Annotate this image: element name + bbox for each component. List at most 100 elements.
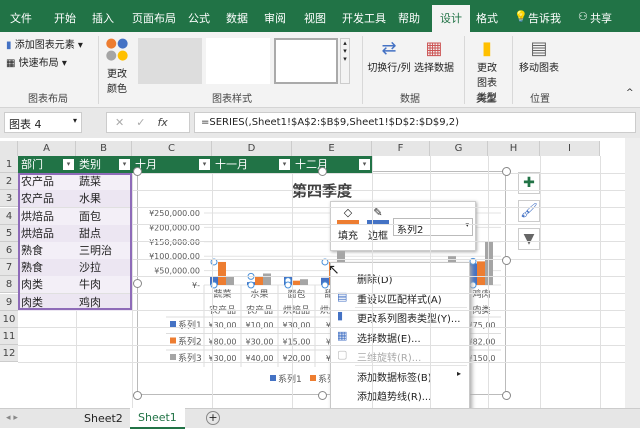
chart-resize-handle[interactable] xyxy=(502,167,511,176)
select-all[interactable] xyxy=(0,141,18,156)
sheet-tab-sheet2[interactable]: Sheet2 xyxy=(76,411,131,426)
select-data-button[interactable]: ▦ 选择数据 xyxy=(412,38,456,74)
row-header[interactable]: 4 xyxy=(0,207,18,225)
row-header[interactable]: 12 xyxy=(0,345,18,363)
row-header[interactable]: 11 xyxy=(0,328,18,345)
quick-layout-button[interactable]: ▦ 快速布局 ▾ xyxy=(6,54,67,69)
row-header[interactable]: 6 xyxy=(0,242,18,259)
row-header[interactable]: 7 xyxy=(0,259,18,277)
chart-elements-button[interactable]: ✚ xyxy=(518,172,540,194)
filter-dropdown-icon[interactable]: ▾ xyxy=(279,159,290,170)
chart-styles-gallery[interactable]: ▴ ▾ ▾ xyxy=(138,38,350,86)
chart-resize-handle[interactable] xyxy=(133,391,142,400)
chart-resize-handle[interactable] xyxy=(502,256,511,265)
column-header[interactable]: H xyxy=(488,141,540,156)
row-header[interactable]: 2 xyxy=(0,173,18,191)
selection-handle[interactable] xyxy=(321,281,329,289)
sheet-tab-sheet1[interactable]: Sheet1 xyxy=(130,408,185,429)
bar-系列3[interactable] xyxy=(485,241,493,285)
menu-item-6[interactable]: 添加趋势线(R)... xyxy=(331,385,469,403)
bar-系列2[interactable] xyxy=(218,261,226,285)
column-header[interactable]: I xyxy=(540,141,600,156)
selection-handle[interactable] xyxy=(469,281,477,289)
selection-handle[interactable] xyxy=(284,281,292,289)
add-sheet-button[interactable]: + xyxy=(206,411,220,425)
filter-dropdown-icon[interactable]: ▾ xyxy=(63,159,74,170)
header-cell[interactable]: 部门 ▾ xyxy=(18,156,76,173)
header-cell[interactable]: 十一月 ▾ xyxy=(212,156,292,173)
tab-8[interactable]: 开发工具 xyxy=(342,10,386,26)
tab-2[interactable]: 插入 xyxy=(92,10,114,26)
formula-input[interactable]: =SERIES(,Sheet1!$A$2:$B$9,Sheet1!$D$2:$D… xyxy=(194,112,636,133)
chart-resize-handle[interactable] xyxy=(318,391,327,400)
menu-item-1[interactable]: ▤ 重设以匹配样式(A) xyxy=(331,288,469,306)
column-header[interactable]: F xyxy=(372,141,430,156)
add-chart-element-button[interactable]: ▮ 添加图表元素 ▾ xyxy=(6,36,83,51)
style-thumb[interactable] xyxy=(138,38,202,84)
column-header[interactable]: C xyxy=(132,141,212,156)
bar-系列2[interactable] xyxy=(255,276,263,285)
chart-resize-handle[interactable] xyxy=(133,279,142,288)
formula-controls[interactable]: ✕✓fx xyxy=(106,112,190,133)
bar-系列2[interactable] xyxy=(292,280,300,285)
sheet-nav[interactable]: ◂ ▸ xyxy=(6,413,18,423)
selection-handle[interactable] xyxy=(247,281,255,289)
bar-系列3[interactable] xyxy=(300,279,308,285)
legend-key xyxy=(170,321,176,327)
tab-3[interactable]: 页面布局 xyxy=(132,10,176,26)
menu-item-5[interactable]: 添加数据标签(B) ▸ xyxy=(331,366,469,384)
filter-dropdown-icon[interactable]: ▾ xyxy=(119,159,130,170)
style-thumb-selected[interactable] xyxy=(274,38,338,84)
column-header[interactable]: A xyxy=(18,141,76,156)
tab-7[interactable]: 视图 xyxy=(304,10,326,26)
bar-系列3[interactable] xyxy=(226,276,234,285)
header-label: 类别 xyxy=(79,158,101,171)
chart-resize-handle[interactable] xyxy=(318,167,327,176)
tab-0[interactable]: 文件 xyxy=(10,10,32,26)
filter-dropdown-icon[interactable]: ▾ xyxy=(199,159,210,170)
menu-item-3[interactable]: ▦ 选择数据(E)... xyxy=(331,327,469,345)
gallery-scroll[interactable]: ▴ ▾ ▾ xyxy=(340,38,350,84)
row-header[interactable]: 5 xyxy=(0,224,18,242)
header-cell[interactable]: 十月 ▾ xyxy=(132,156,212,173)
tab-1[interactable]: 开始 xyxy=(54,10,76,26)
tab-6[interactable]: 审阅 xyxy=(264,10,286,26)
tab-5[interactable]: 数据 xyxy=(226,10,248,26)
row-header[interactable]: 8 xyxy=(0,276,18,294)
filter-dropdown-icon[interactable]: ▾ xyxy=(359,159,370,170)
collapse-ribbon-icon[interactable]: ^ xyxy=(626,88,634,98)
tab-13[interactable]: 共享 xyxy=(590,10,612,26)
category-label: 水果 xyxy=(250,288,268,300)
style-thumb[interactable] xyxy=(206,38,270,84)
palette-icon: ●● ●● xyxy=(105,36,129,63)
chart-resize-handle[interactable] xyxy=(133,167,142,176)
tab-9[interactable]: 帮助 xyxy=(398,10,420,26)
column-header[interactable]: D xyxy=(212,141,292,156)
header-cell[interactable]: 类别 ▾ xyxy=(76,156,132,173)
row-header[interactable]: 10 xyxy=(0,310,18,328)
column-header[interactable]: B xyxy=(76,141,132,156)
row-header[interactable]: 9 xyxy=(0,293,18,311)
chart-resize-handle[interactable] xyxy=(502,391,511,400)
vertical-scrollbar[interactable] xyxy=(625,138,640,408)
chart-filter-button[interactable]: ▼ xyxy=(518,228,540,250)
bar-系列2[interactable] xyxy=(477,261,485,285)
column-header[interactable]: E xyxy=(292,141,372,156)
gridline xyxy=(18,327,625,329)
tab-12[interactable]: 告诉我 xyxy=(528,10,561,26)
tab-11[interactable]: 格式 xyxy=(476,10,498,26)
column-header[interactable]: G xyxy=(430,141,488,156)
switch-row-col-button[interactable]: ⇄ 切换行/列 xyxy=(366,38,412,74)
change-colors-button[interactable]: ●● ●● 更改颜色 xyxy=(104,36,130,95)
tab-4[interactable]: 公式 xyxy=(188,10,210,26)
chart-styles-button[interactable]: 🖌 xyxy=(518,200,540,222)
row-header[interactable]: 1 xyxy=(0,156,18,173)
move-chart-button[interactable]: ▤ 移动图表 xyxy=(516,38,562,74)
name-box[interactable]: 图表 4 ▾ xyxy=(4,112,82,133)
header-cell[interactable]: 十二月 ▾ xyxy=(292,156,372,173)
switch-icon: ⇄ xyxy=(381,38,397,59)
series-select[interactable]: 系列2▾ xyxy=(393,218,473,236)
menu-item-0[interactable]: 删除(D) xyxy=(331,268,469,286)
tab-10[interactable]: 设计 xyxy=(432,5,470,32)
row-header[interactable]: 3 xyxy=(0,190,18,208)
